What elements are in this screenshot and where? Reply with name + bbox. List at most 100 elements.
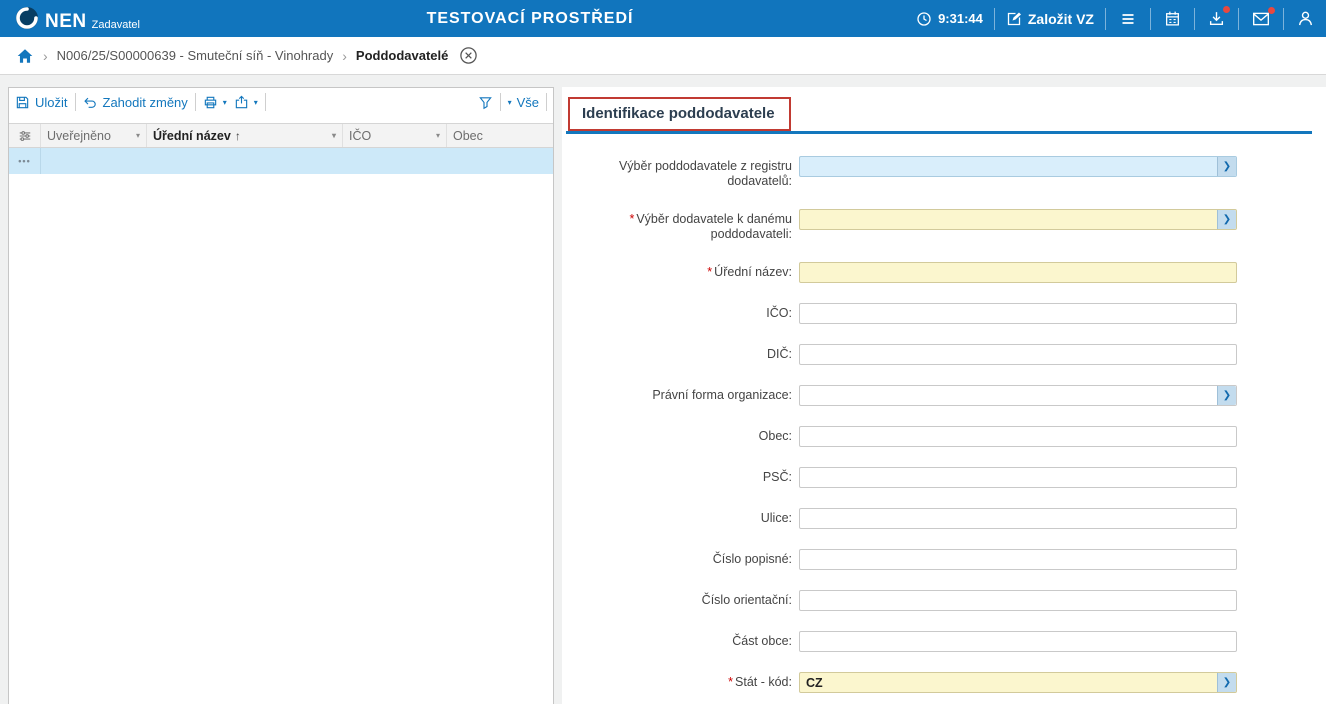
- street-input[interactable]: [799, 508, 1237, 529]
- user-profile-button[interactable]: [1295, 8, 1316, 29]
- field-label: IČO:: [566, 303, 792, 321]
- nen-logo[interactable]: NEN Zadavatel: [14, 5, 140, 32]
- session-clock: 9:31:44: [916, 11, 983, 27]
- registry-picker-input[interactable]: [799, 156, 1237, 177]
- chevron-right-icon[interactable]: ❯: [1217, 386, 1236, 405]
- form-row: Právní forma organizace: ❯: [566, 385, 1312, 406]
- country-code-picker-input[interactable]: CZ: [799, 672, 1237, 693]
- filter-button[interactable]: [478, 95, 493, 110]
- filter-all-dropdown[interactable]: ▾ Vše: [508, 95, 539, 110]
- menu-button[interactable]: [1117, 9, 1139, 29]
- orientation-number-input[interactable]: [799, 590, 1237, 611]
- field-label: PSČ:: [566, 467, 792, 485]
- field-input-wrap: CZ ❯: [799, 672, 1237, 693]
- municipality-input[interactable]: [799, 426, 1237, 447]
- field-label-text: Číslo popisné:: [713, 552, 792, 566]
- field-input-wrap: ❯: [799, 209, 1237, 230]
- field-input-wrap: ❯: [799, 385, 1237, 406]
- field-label-text: Výběr dodavatele k danému poddodavateli:: [636, 212, 792, 241]
- form-row: Číslo orientační:: [566, 590, 1312, 611]
- postal-code-input[interactable]: [799, 467, 1237, 488]
- city-part-input[interactable]: [799, 631, 1237, 652]
- form-row: *Stát - kód: CZ ❯: [566, 672, 1312, 693]
- chevron-right-icon[interactable]: ❯: [1217, 673, 1236, 692]
- column-label: Obec: [453, 129, 483, 143]
- column-label: Úřední název: [153, 129, 231, 143]
- field-label: DIČ:: [566, 344, 792, 362]
- column-label: IČO: [349, 129, 371, 143]
- column-header-published[interactable]: Uveřejněno ▾: [41, 124, 147, 147]
- create-vz-button[interactable]: Založit VZ: [1006, 11, 1094, 27]
- undo-icon: [83, 95, 98, 110]
- chevron-right-icon[interactable]: ❯: [1217, 210, 1236, 229]
- field-label-text: Ulice:: [761, 511, 792, 525]
- field-label-text: PSČ:: [763, 470, 792, 484]
- form-row: Část obce:: [566, 631, 1312, 652]
- official-name-input[interactable]: [799, 262, 1237, 283]
- nen-logo-icon: [14, 5, 40, 32]
- house-number-input[interactable]: [799, 549, 1237, 570]
- header-separator: [1194, 8, 1195, 30]
- field-input-wrap: [799, 549, 1237, 570]
- downloads-button[interactable]: [1206, 8, 1227, 29]
- dic-input[interactable]: [799, 344, 1237, 365]
- download-icon: [1208, 10, 1225, 27]
- field-label-text: Obec:: [759, 429, 792, 443]
- form-row: Ulice:: [566, 508, 1312, 529]
- form-row: PSČ:: [566, 467, 1312, 488]
- discard-changes-button[interactable]: Zahodit změny: [83, 95, 188, 110]
- table-row-selected[interactable]: •••: [9, 148, 553, 174]
- save-button[interactable]: Uložit: [15, 95, 68, 110]
- row-menu-button[interactable]: •••: [9, 148, 41, 174]
- column-settings-button[interactable]: [9, 124, 41, 147]
- field-input-wrap: [799, 344, 1237, 365]
- column-header-official-name[interactable]: Úřední název ↑ ▾: [147, 124, 343, 147]
- export-button[interactable]: ▾: [234, 95, 258, 110]
- toolbar-separator: [265, 93, 266, 111]
- toolbar-separator: [195, 93, 196, 111]
- list-toolbar: Uložit Zahodit změny ▾ ▾: [9, 88, 553, 115]
- breadcrumb: › N006/25/S00000639 - Smuteční síň - Vin…: [0, 37, 1326, 75]
- field-label-text: IČO:: [766, 306, 792, 320]
- brand-text: NEN: [45, 12, 87, 32]
- field-label-text: Výběr poddodavatele z registru dodavatel…: [619, 159, 792, 188]
- field-input-wrap: [799, 426, 1237, 447]
- calendar-button[interactable]: [1162, 8, 1183, 29]
- column-header-municipality[interactable]: Obec: [447, 124, 553, 147]
- field-label-text: Právní forma organizace:: [652, 388, 792, 402]
- breadcrumb-item-procurement[interactable]: N006/25/S00000639 - Smuteční síň - Vinoh…: [57, 48, 334, 63]
- filter-all-label: Vše: [517, 95, 539, 110]
- breadcrumb-separator-icon: ›: [342, 49, 347, 63]
- chevron-right-icon[interactable]: ❯: [1217, 157, 1236, 176]
- breadcrumb-item-current[interactable]: Poddodavatelé: [356, 48, 448, 63]
- chevron-down-icon: ▾: [508, 98, 512, 107]
- save-label: Uložit: [35, 95, 68, 110]
- header-separator: [1150, 8, 1151, 30]
- print-button[interactable]: ▾: [203, 95, 227, 110]
- sliders-icon: [18, 129, 32, 143]
- chevron-down-icon[interactable]: ▾: [254, 98, 258, 107]
- column-header-ico[interactable]: IČO ▾: [343, 124, 447, 147]
- chevron-down-icon[interactable]: ▾: [223, 98, 227, 107]
- filter-chevron-icon[interactable]: ▾: [430, 131, 440, 140]
- create-vz-label: Založit VZ: [1028, 11, 1094, 27]
- ico-input[interactable]: [799, 303, 1237, 324]
- home-button[interactable]: [16, 47, 34, 65]
- subcontractor-detail-panel: Identifikace poddodavatele Výběr poddoda…: [562, 87, 1326, 704]
- field-label-text: Číslo orientační:: [702, 593, 792, 607]
- edit-icon: [1006, 11, 1022, 27]
- messages-button[interactable]: [1250, 9, 1272, 29]
- field-label: Ulice:: [566, 508, 792, 526]
- close-tab-button[interactable]: [459, 46, 478, 65]
- form-row: *Úřední název:: [566, 262, 1312, 283]
- legal-form-picker-input[interactable]: [799, 385, 1237, 406]
- toolbar-separator: [75, 93, 76, 111]
- supplier-picker-input[interactable]: [799, 209, 1237, 230]
- field-input-wrap: [799, 262, 1237, 283]
- required-marker: *: [629, 212, 634, 226]
- filter-chevron-icon[interactable]: ▾: [130, 131, 140, 140]
- mail-icon: [1252, 11, 1270, 27]
- save-icon: [15, 95, 30, 110]
- filter-chevron-icon[interactable]: ▾: [326, 131, 336, 140]
- form-row: DIČ:: [566, 344, 1312, 365]
